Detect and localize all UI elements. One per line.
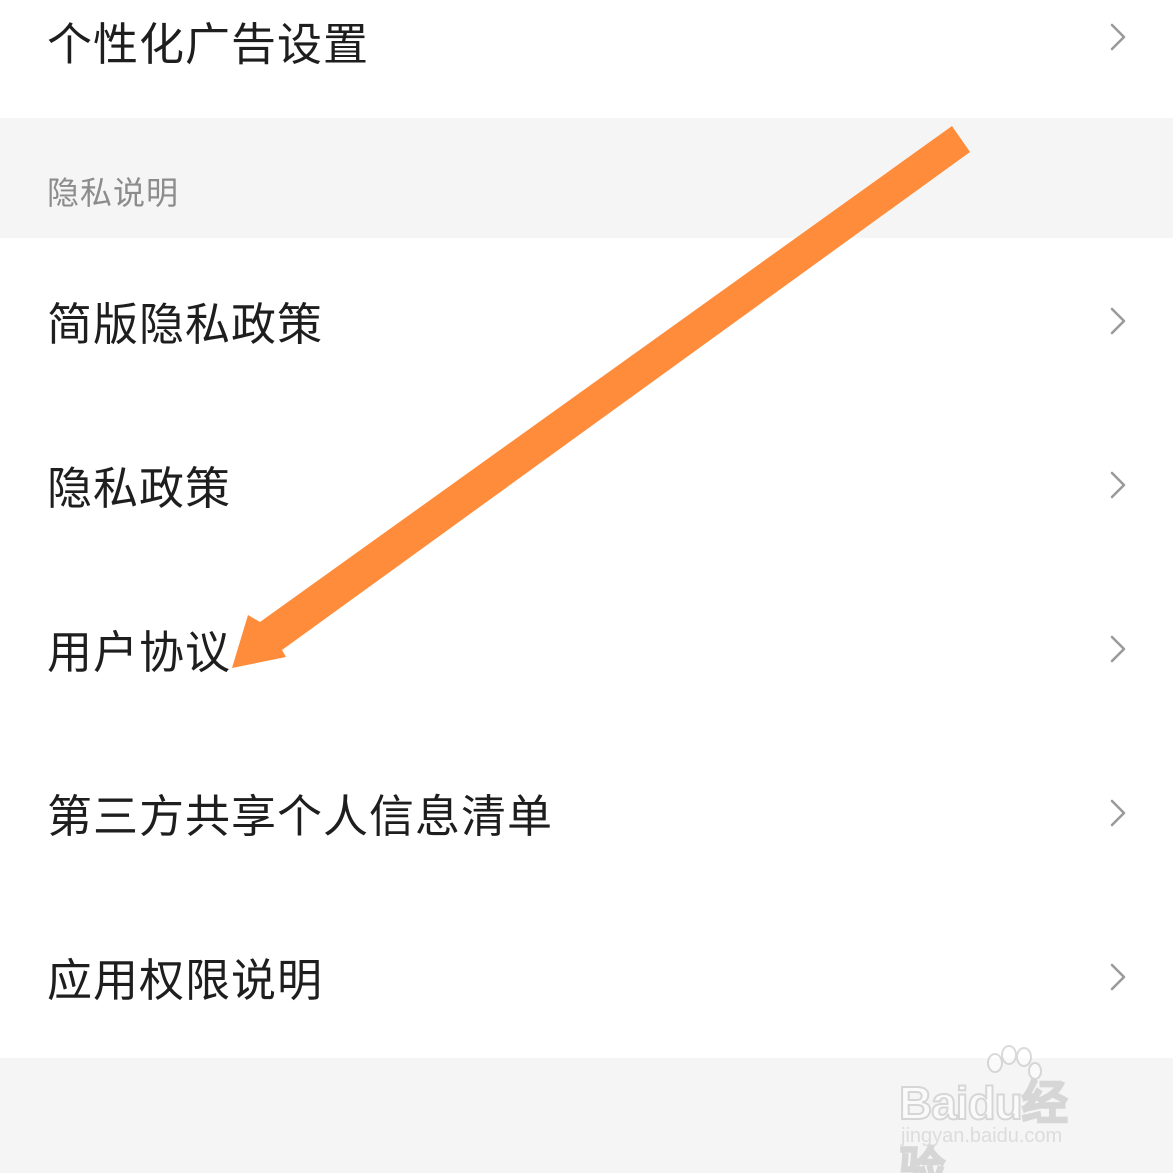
chevron-right-icon [1110,471,1126,499]
watermark-url: jingyan.baidu.com [901,1125,1063,1147]
chevron-right-icon [1110,307,1126,335]
settings-item-privacy-policy[interactable]: 隐私政策 [0,402,1173,566]
settings-item-third-party-sharing[interactable]: 第三方共享个人信息清单 [0,730,1173,894]
settings-item-label: 用户协议 [47,625,232,679]
chevron-right-icon [1110,799,1126,827]
settings-item-user-agreement[interactable]: 用户协议 [0,566,1173,730]
settings-item-label: 隐私政策 [47,461,232,515]
settings-item-personalized-ads[interactable]: 个性化广告设置 [0,0,1173,118]
watermark: Baidu经验 jingyan.baidu.com [898,1045,1109,1173]
settings-item-label: 第三方共享个人信息清单 [47,789,554,843]
chevron-right-icon [1110,963,1126,991]
watermark-brand: Baidu经验 [898,1076,1069,1173]
settings-item-label: 简版隐私政策 [47,297,324,351]
settings-page: 个性化广告设置 隐私说明 简版隐私政策 隐私政策 用户协议 第三方共享个人信息清… [0,0,1173,1173]
settings-item-simple-privacy-policy[interactable]: 简版隐私政策 [0,238,1173,402]
settings-item-label: 应用权限说明 [47,953,324,1007]
section-title: 隐私说明 [47,174,180,212]
chevron-right-icon [1110,635,1126,663]
chevron-right-icon [1110,23,1126,51]
settings-item-label: 个性化广告设置 [47,17,370,71]
settings-item-app-permissions[interactable]: 应用权限说明 [0,894,1173,1058]
section-header-privacy: 隐私说明 [0,118,1173,238]
